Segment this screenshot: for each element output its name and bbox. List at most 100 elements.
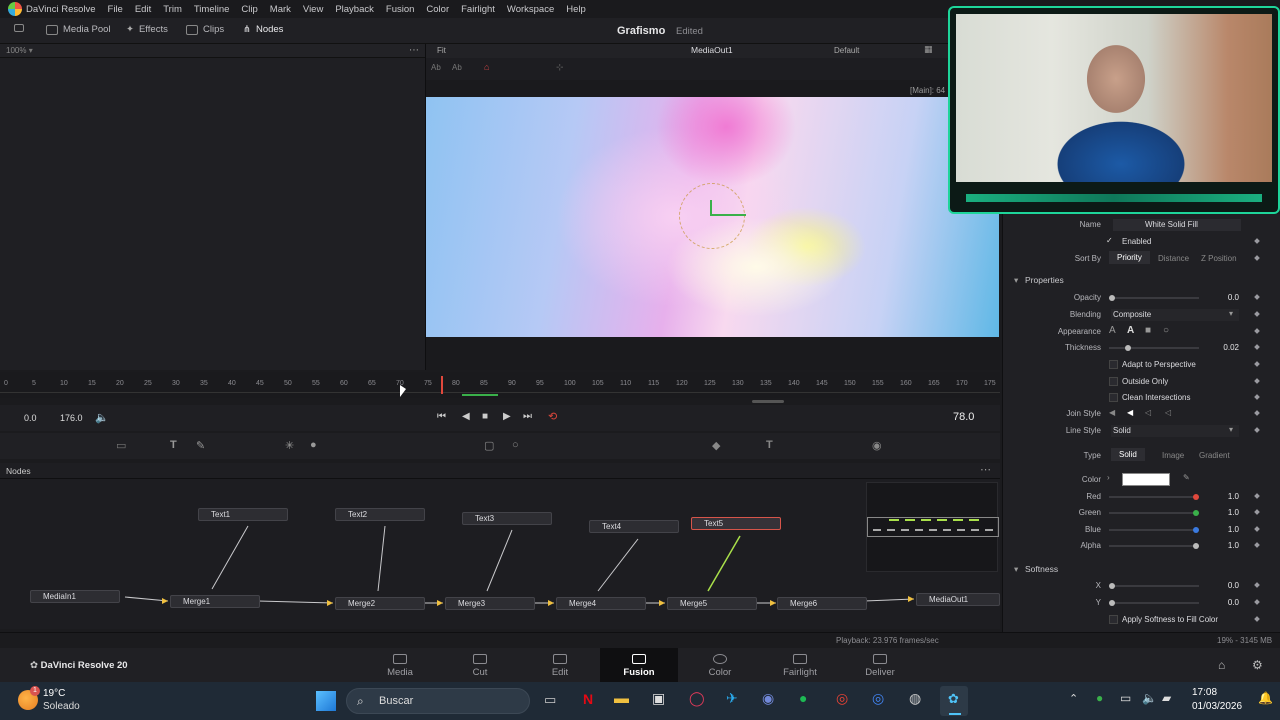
- go-to-start-icon[interactable]: ⏮: [437, 411, 446, 422]
- keyframe-icon[interactable]: [1254, 427, 1260, 433]
- chevron-down-icon[interactable]: ▾: [1229, 425, 1233, 434]
- menu-help[interactable]: Help: [560, 4, 592, 15]
- softness-x-slider[interactable]: [1109, 583, 1199, 589]
- taskbar-search[interactable]: ⌕ Buscar: [346, 688, 530, 714]
- background-tool-icon[interactable]: ▭: [116, 439, 126, 452]
- chevron-down-icon[interactable]: ▾: [29, 46, 33, 55]
- page-deliver[interactable]: Deliver: [841, 648, 919, 682]
- keyframe-icon[interactable]: [1254, 493, 1260, 499]
- thickness-value[interactable]: 0.02: [1201, 341, 1243, 354]
- keyframe-icon[interactable]: [1254, 255, 1260, 261]
- node-merge5[interactable]: Merge5: [667, 597, 757, 610]
- keyframe-icon[interactable]: [1254, 378, 1260, 384]
- particles-tool-icon[interactable]: ✳: [285, 439, 294, 452]
- menu-edit[interactable]: Edit: [129, 4, 157, 15]
- apply-softness-checkbox[interactable]: [1109, 615, 1118, 624]
- sort-distance-button[interactable]: Distance: [1158, 254, 1189, 263]
- red-knob[interactable]: [1193, 494, 1199, 500]
- sort-priority-button[interactable]: Priority: [1109, 251, 1150, 264]
- menu-fusion[interactable]: Fusion: [380, 4, 421, 15]
- more-options-icon[interactable]: ⋯: [409, 45, 419, 56]
- text3d-tool-icon[interactable]: T: [766, 439, 773, 451]
- menu-fairlight[interactable]: Fairlight: [455, 4, 501, 15]
- join-miter-icon[interactable]: ◀: [1127, 408, 1133, 417]
- red-value[interactable]: 1.0: [1201, 490, 1243, 503]
- page-media[interactable]: Media: [361, 648, 439, 682]
- rectangle-mask-icon[interactable]: ▢: [484, 439, 494, 452]
- appearance-solid-icon[interactable]: A: [1127, 325, 1134, 336]
- page-color[interactable]: Color: [681, 648, 759, 682]
- clock-time[interactable]: 17:08: [1192, 687, 1217, 698]
- node-merge6[interactable]: Merge6: [777, 597, 867, 610]
- y-axis-handle[interactable]: [710, 200, 712, 216]
- chrome-alt-icon[interactable]: ◎: [872, 690, 884, 707]
- text-tool-alt-icon[interactable]: Ab: [452, 63, 462, 72]
- node-graph[interactable]: Text1 Text2 Text3 Text4 Text5 MediaIn1 M…: [0, 479, 1000, 629]
- speaker-icon[interactable]: 🔈: [1142, 691, 1157, 705]
- more-options-icon[interactable]: ⋯: [980, 463, 991, 476]
- keyframe-icon[interactable]: [1254, 344, 1260, 350]
- node-text2[interactable]: Text2: [335, 508, 425, 521]
- alpha-value[interactable]: 1.0: [1201, 539, 1243, 552]
- x-axis-handle[interactable]: [710, 214, 746, 216]
- transform-reticle[interactable]: [679, 183, 745, 249]
- blending-dropdown[interactable]: Composite: [1111, 309, 1239, 321]
- play-icon[interactable]: ▶: [503, 411, 511, 422]
- go-to-end-icon[interactable]: ⏭: [523, 411, 532, 422]
- play-reverse-icon[interactable]: ◀: [462, 411, 470, 422]
- softness-x-value[interactable]: 0.0: [1201, 579, 1243, 592]
- clips-button[interactable]: Clips: [186, 24, 224, 35]
- start-time[interactable]: 0.0: [24, 413, 37, 423]
- menu-clip[interactable]: Clip: [235, 4, 263, 15]
- menu-file[interactable]: File: [102, 4, 129, 15]
- ruler-scrollbar[interactable]: [752, 400, 784, 403]
- type-solid-button[interactable]: Solid: [1111, 448, 1145, 461]
- blue-slider[interactable]: [1109, 527, 1199, 533]
- green-value[interactable]: 1.0: [1201, 506, 1243, 519]
- page-edit[interactable]: Edit: [521, 648, 599, 682]
- blur-tool-icon[interactable]: ●: [310, 439, 317, 451]
- node-merge1[interactable]: Merge1: [170, 595, 260, 608]
- weather-text[interactable]: Soleado: [43, 701, 80, 712]
- text-tool-icon[interactable]: Ab: [431, 63, 441, 72]
- softness-y-value[interactable]: 0.0: [1201, 596, 1243, 609]
- media-pool-button[interactable]: Media Pool: [46, 24, 111, 35]
- stop-icon[interactable]: ■: [482, 411, 488, 422]
- temperature[interactable]: 19°C: [43, 688, 65, 699]
- clean-intersections-checkbox[interactable]: [1109, 393, 1118, 402]
- viewer-lut[interactable]: Default: [834, 46, 859, 55]
- keyframe-icon[interactable]: [1254, 294, 1260, 300]
- ellipse-mask-icon[interactable]: ○: [512, 439, 519, 451]
- settings-gear-icon[interactable]: ⚙: [1252, 658, 1263, 672]
- adapt-perspective-checkbox[interactable]: [1109, 360, 1118, 369]
- menu-playback[interactable]: Playback: [329, 4, 380, 15]
- softness-x-knob[interactable]: [1109, 583, 1115, 589]
- menu-color[interactable]: Color: [420, 4, 455, 15]
- menu-view[interactable]: View: [297, 4, 329, 15]
- node-merge2[interactable]: Merge2: [335, 597, 425, 610]
- menu-workspace[interactable]: Workspace: [501, 4, 560, 15]
- clock-date[interactable]: 01/03/2026: [1192, 701, 1242, 712]
- node-text4[interactable]: Text4: [589, 520, 679, 533]
- keyframe-icon[interactable]: [1254, 616, 1260, 622]
- alpha-knob[interactable]: [1193, 543, 1199, 549]
- eyedropper-icon[interactable]: ✎: [1183, 473, 1190, 482]
- softness-y-slider[interactable]: [1109, 600, 1199, 606]
- home-icon[interactable]: ⌂: [1218, 658, 1225, 672]
- sort-zposition-button[interactable]: Z Position: [1201, 254, 1237, 263]
- expand-chevron-icon[interactable]: ›: [1107, 473, 1110, 482]
- menu-timeline[interactable]: Timeline: [188, 4, 236, 15]
- keyframe-icon[interactable]: [1254, 361, 1260, 367]
- green-knob[interactable]: [1193, 510, 1199, 516]
- color-swatch[interactable]: [1122, 473, 1170, 486]
- render3d-tool-icon[interactable]: ◉: [872, 439, 882, 452]
- keyframe-icon[interactable]: [1254, 328, 1260, 334]
- nodes-button[interactable]: ⋔ Nodes: [243, 24, 283, 35]
- node-merge4[interactable]: Merge4: [556, 597, 646, 610]
- battery-icon[interactable]: ▰: [1162, 691, 1171, 705]
- keyframe-icon[interactable]: [1254, 311, 1260, 317]
- keyframe-icon[interactable]: [1254, 394, 1260, 400]
- opacity-slider[interactable]: [1109, 295, 1199, 301]
- shape-tool-icon[interactable]: ◆: [712, 439, 720, 452]
- transform-tool-icon[interactable]: ⊹: [556, 62, 564, 73]
